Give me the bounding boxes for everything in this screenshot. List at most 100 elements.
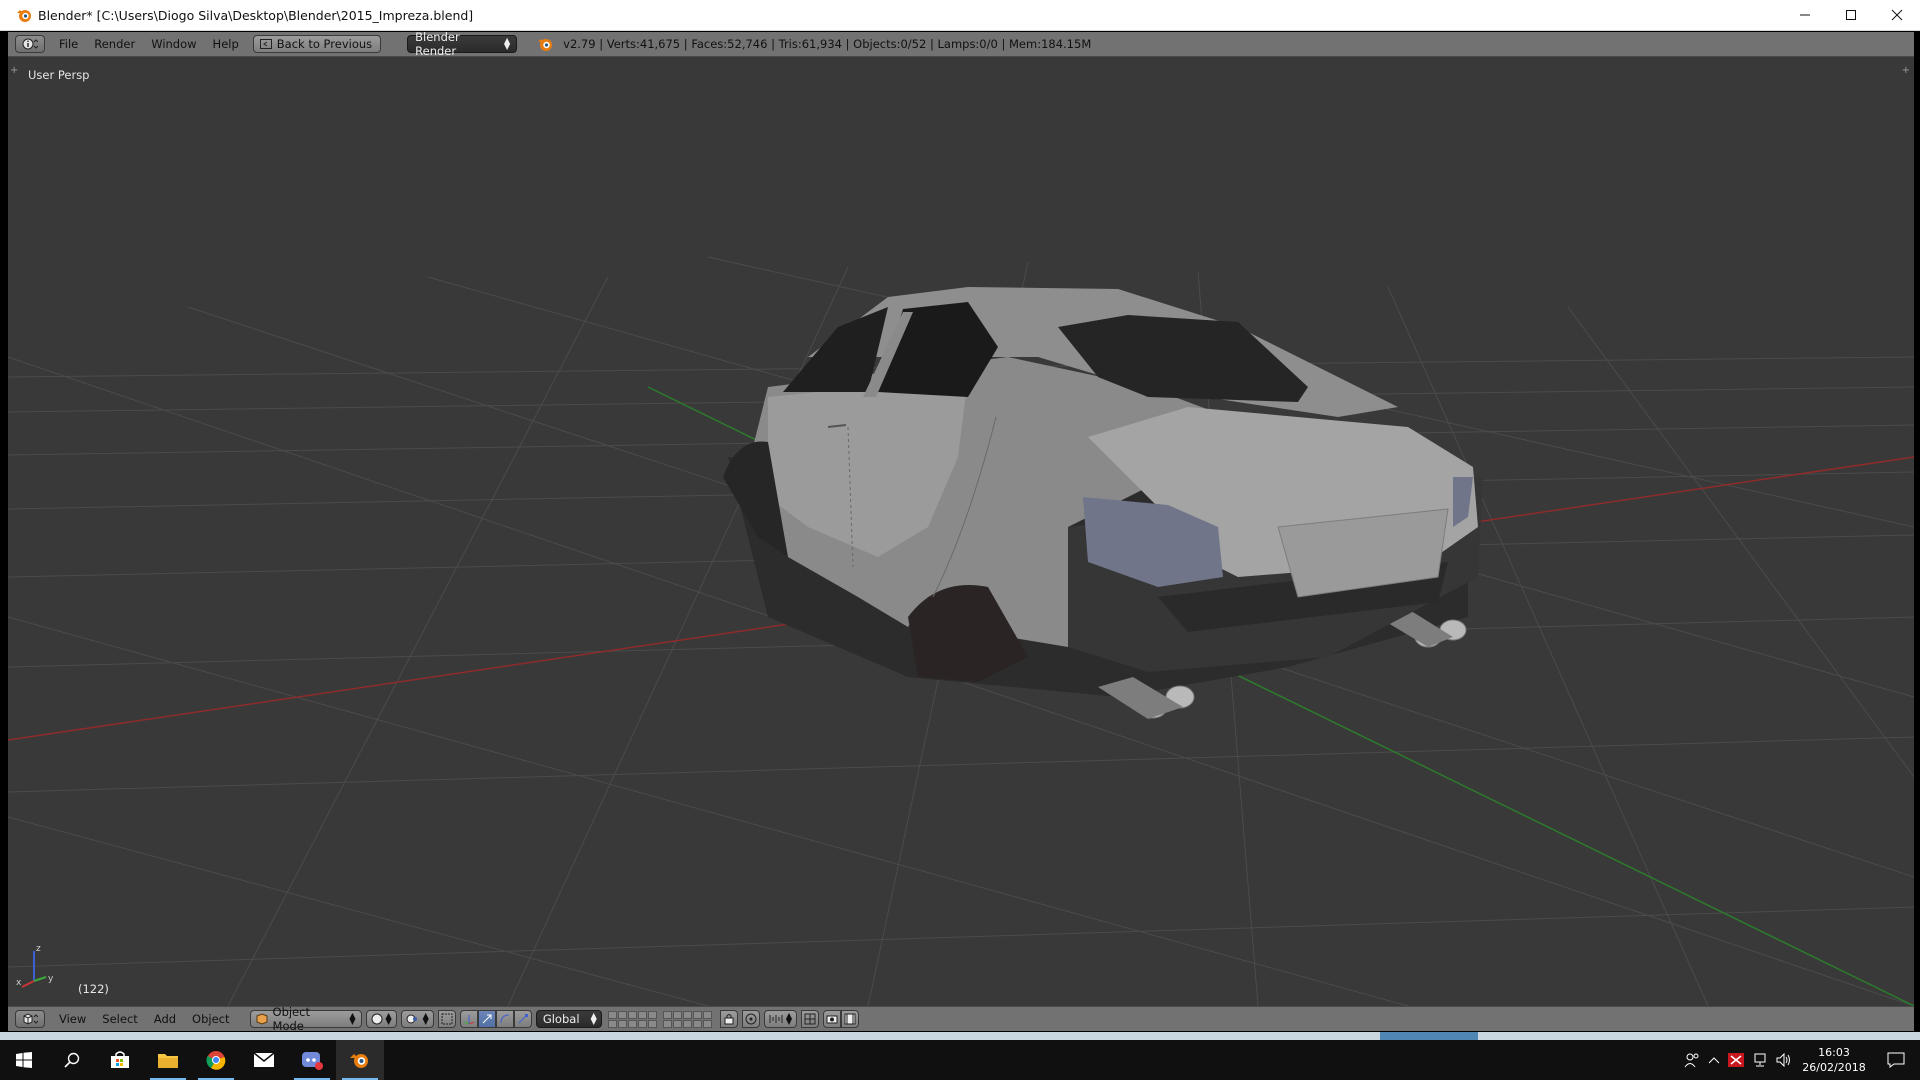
info-header: File Render Window Help Back to Previous… (8, 30, 1914, 58)
3d-view-icon (23, 1013, 38, 1025)
antivirus-icon (1728, 1053, 1744, 1067)
axis-z-label: z (36, 944, 41, 954)
snap-element-select[interactable]: ▲ ▼ (763, 1010, 797, 1028)
axis-x-label: x (16, 978, 22, 988)
start-button[interactable] (0, 1040, 48, 1080)
proportional-edit-button[interactable] (741, 1010, 760, 1028)
3d-viewport[interactable]: + + User Persp z y x (122) (8, 57, 1914, 1006)
menu-file[interactable]: File (51, 37, 86, 51)
area-split-corner-icon[interactable]: + (10, 65, 18, 76)
close-icon (1891, 9, 1903, 21)
network-tray-button[interactable] (1748, 1040, 1772, 1080)
clock-time: 16:03 (1818, 1046, 1850, 1059)
store-app[interactable] (96, 1040, 144, 1080)
film-strip-icon (844, 1013, 856, 1025)
file-explorer-app[interactable] (144, 1040, 192, 1080)
interaction-mode-select[interactable]: Object Mode ▲ ▼ (249, 1005, 362, 1033)
scene-statistics: v2.79 | Verts:41,675 | Faces:52,746 | Tr… (563, 37, 1092, 51)
axis-y-label: y (48, 974, 54, 984)
close-button[interactable] (1874, 0, 1920, 31)
minimize-icon (1800, 14, 1810, 16)
action-center-button[interactable] (1872, 1040, 1920, 1080)
updown-arrows-icon: ▲ ▼ (503, 36, 511, 51)
file-explorer-icon (158, 1054, 178, 1068)
volume-icon (1776, 1053, 1790, 1067)
search-button[interactable] (48, 1040, 96, 1080)
scene-layers-block-2[interactable] (662, 1010, 712, 1028)
updown-arrows-icon: ▲ ▼ (422, 1011, 429, 1026)
camera-icon (826, 1015, 838, 1024)
manipulator-icon (441, 1013, 453, 1025)
back-screen-icon (259, 39, 272, 49)
discord-app[interactable] (288, 1040, 336, 1080)
snap-increment-icon (769, 1015, 783, 1023)
volume-tray-button[interactable] (1772, 1040, 1796, 1080)
menu-select[interactable]: Select (94, 1012, 145, 1026)
search-icon (64, 1052, 80, 1068)
pivot-point-icon (406, 1014, 417, 1024)
menu-object[interactable]: Object (184, 1012, 237, 1026)
chrome-icon (206, 1051, 226, 1070)
blender-icon (538, 39, 553, 51)
interaction-mode-value: Object Mode (272, 1005, 310, 1033)
people-icon (1684, 1053, 1699, 1068)
render-opengl-button[interactable] (822, 1010, 841, 1028)
proportional-edit-icon (745, 1013, 757, 1025)
minimize-button[interactable] (1782, 0, 1828, 31)
layers-lock-icon (724, 1014, 734, 1025)
current-frame-label: (122) (78, 982, 109, 996)
back-to-previous-label: Back to Previous (276, 37, 373, 51)
menu-add[interactable]: Add (146, 1012, 184, 1026)
transform-orientation-select[interactable]: Global ▲ ▼ (535, 1010, 602, 1028)
translate-manipulator-button[interactable] (459, 1010, 478, 1028)
clock-date: 26/02/2018 (1802, 1061, 1866, 1074)
3d-view-header: View Select Add Object Object Mode ▲ ▼ ▲ ▼… (8, 1005, 1914, 1033)
scale-icon (518, 1014, 528, 1024)
people-button[interactable] (1680, 1040, 1704, 1080)
rotate-manipulator-button[interactable] (477, 1010, 496, 1028)
back-to-previous-button[interactable]: Back to Previous (252, 35, 382, 53)
viewport-shading-select[interactable]: ▲ ▼ (365, 1010, 397, 1028)
manipulator-toggle-button[interactable] (437, 1010, 456, 1028)
network-icon (1754, 1053, 1766, 1067)
system-tray: 16:03 26/02/2018 (1680, 1040, 1920, 1080)
rotate-tool-button[interactable] (495, 1010, 514, 1028)
mail-app[interactable] (240, 1040, 288, 1080)
render-animation-button[interactable] (840, 1010, 859, 1028)
blender-app[interactable] (336, 1040, 384, 1080)
updown-arrows-icon: ▲ ▼ (349, 1011, 356, 1026)
pivot-point-select[interactable]: ▲ ▼ (400, 1010, 434, 1028)
area-split-corner-icon[interactable]: + (1902, 65, 1910, 76)
car-model (723, 287, 1483, 719)
taskbar-clock[interactable]: 16:03 26/02/2018 (1796, 1045, 1872, 1075)
show-hidden-icons-button[interactable] (1704, 1040, 1724, 1080)
discord-icon (302, 1052, 323, 1070)
scale-tool-button[interactable] (513, 1010, 532, 1028)
window-border-strip (0, 1032, 1920, 1040)
menu-help[interactable]: Help (205, 37, 247, 51)
window-title-bar: Blender* [C:\Users\Diogo Silva\Desktop\B… (0, 0, 1920, 31)
arrow-tool-icon (482, 1014, 492, 1024)
mail-icon (254, 1053, 274, 1067)
chevron-up-icon (1708, 1057, 1720, 1064)
scene-layers-block-1[interactable] (607, 1010, 657, 1028)
editor-type-button[interactable] (15, 35, 45, 53)
store-icon (111, 1051, 129, 1068)
editor-type-button[interactable] (15, 1010, 45, 1028)
updown-arrows-icon: ▲ ▼ (785, 1011, 792, 1026)
render-engine-select[interactable]: Blender Render ▲ ▼ (407, 30, 518, 58)
axis-gizmo: z y x (16, 944, 54, 988)
maximize-button[interactable] (1828, 0, 1874, 31)
updown-arrows-icon: ▲ ▼ (385, 1011, 392, 1026)
menu-view[interactable]: View (51, 1012, 94, 1026)
start-icon (16, 1052, 32, 1068)
transform-orientation-value: Global (542, 1012, 580, 1026)
render-engine-value: Blender Render (415, 30, 460, 58)
menu-render[interactable]: Render (86, 37, 143, 51)
viewport-scene (8, 256, 1914, 1006)
snap-toggle-button[interactable] (800, 1010, 819, 1028)
lock-layers-button[interactable] (719, 1010, 738, 1028)
menu-window[interactable]: Window (143, 37, 204, 51)
chrome-app[interactable] (192, 1040, 240, 1080)
antivirus-tray-button[interactable] (1724, 1040, 1748, 1080)
